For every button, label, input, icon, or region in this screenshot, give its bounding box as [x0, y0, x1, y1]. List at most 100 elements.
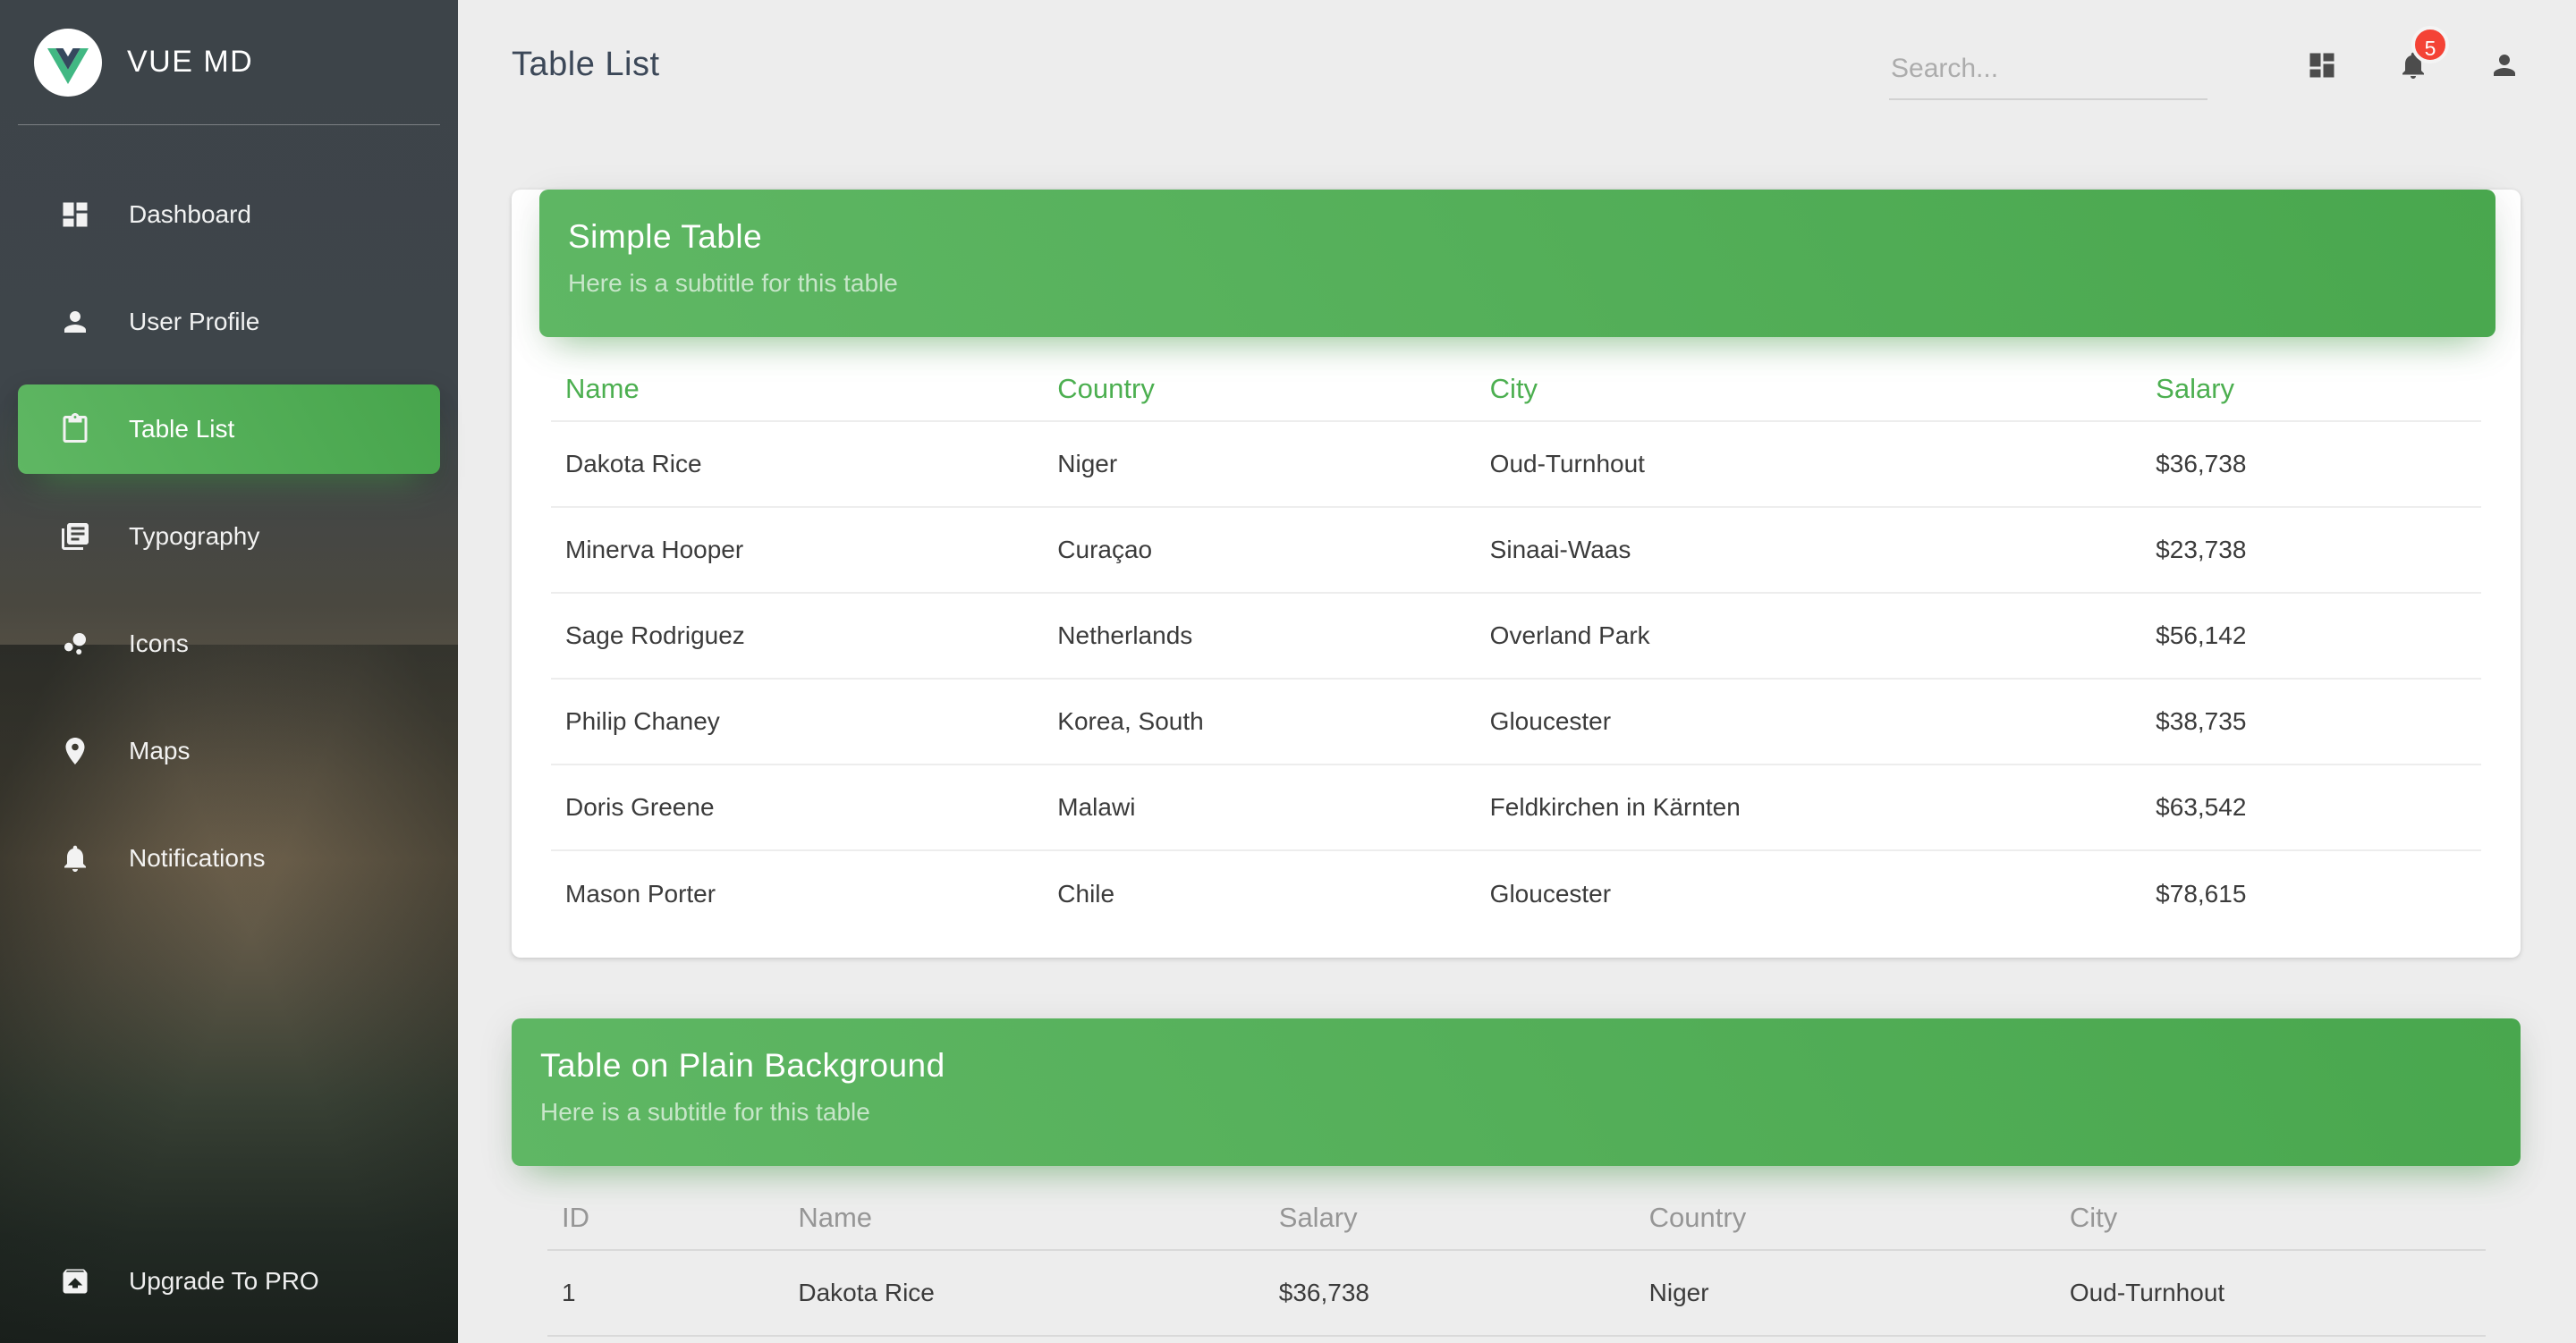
table-row: 1 Dakota Rice $36,738 Niger Oud-Turnhout: [547, 1250, 2486, 1336]
cell-city: Oud-Turnhout: [2055, 1250, 2486, 1336]
cell-city: Gloucester: [1476, 850, 2142, 936]
cell-salary: $38,735: [2141, 679, 2481, 764]
column-header-id: ID: [547, 1166, 784, 1250]
card-title: Simple Table: [568, 218, 2496, 256]
sidebar-item-label: Upgrade To PRO: [129, 1267, 319, 1296]
table-row: Doris Greene Malawi Feldkirchen in Kärnt…: [551, 764, 2481, 850]
sidebar-item-dashboard[interactable]: Dashboard: [18, 170, 440, 259]
cell-name: Sage Rodriguez: [551, 593, 1043, 679]
cell-name: Dakota Rice: [551, 421, 1043, 507]
table-row: Philip Chaney Korea, South Gloucester $3…: [551, 679, 2481, 764]
plain-table-body: 1 Dakota Rice $36,738 Niger Oud-Turnhout: [547, 1250, 2486, 1336]
column-header-name: Name: [551, 337, 1043, 421]
table-row: Dakota Rice Niger Oud-Turnhout $36,738: [551, 421, 2481, 507]
cell-country: Curaçao: [1043, 507, 1475, 593]
dashboard-icon: [2306, 49, 2338, 81]
cell-id: 1: [547, 1250, 784, 1336]
cell-name: Doris Greene: [551, 764, 1043, 850]
sidebar-item-upgrade-to-pro[interactable]: Upgrade To PRO: [18, 1237, 440, 1326]
column-header-salary: Salary: [2141, 337, 2481, 421]
person-icon: [59, 306, 91, 338]
simple-table-body: Dakota Rice Niger Oud-Turnhout $36,738 M…: [551, 421, 2481, 936]
cell-salary: $78,615: [2141, 850, 2481, 936]
cell-city: Gloucester: [1476, 679, 2142, 764]
clipboard-icon: [59, 413, 91, 445]
vue-logo-icon: [47, 48, 89, 84]
notifications-button[interactable]: 5: [2397, 49, 2429, 81]
sidebar-item-label: Maps: [129, 737, 190, 765]
simple-table-head: Name Country City Salary: [551, 337, 2481, 421]
cell-name: Dakota Rice: [784, 1250, 1264, 1336]
plain-table: ID Name Salary Country City 1 Dakota Ric…: [547, 1166, 2486, 1337]
simple-table-card: Simple Table Here is a subtitle for this…: [512, 190, 2521, 958]
cell-name: Minerva Hooper: [551, 507, 1043, 593]
search-box: [1889, 50, 2207, 100]
sidebar-item-icons[interactable]: Icons: [18, 599, 440, 688]
column-header-country: Country: [1043, 337, 1475, 421]
sidebar-item-notifications[interactable]: Notifications: [18, 814, 440, 903]
cell-city: Sinaai-Waas: [1476, 507, 2142, 593]
cell-city: Overland Park: [1476, 593, 2142, 679]
cell-country: Malawi: [1043, 764, 1475, 850]
page-title: Table List: [512, 46, 660, 84]
column-header-city: City: [1476, 337, 2142, 421]
upgrade-icon: [59, 1265, 91, 1297]
cell-city: Feldkirchen in Kärnten: [1476, 764, 2142, 850]
cell-salary: $23,738: [2141, 507, 2481, 593]
cell-name: Philip Chaney: [551, 679, 1043, 764]
sidebar-divider: [18, 124, 440, 125]
sidebar-item-label: Notifications: [129, 844, 266, 873]
sidebar-nav: Dashboard User Profile Table List Typogr…: [0, 170, 458, 903]
sidebar-item-table-list[interactable]: Table List: [18, 384, 440, 474]
header-row: ID Name Salary Country City: [547, 1166, 2486, 1250]
dashboard-icon: [59, 198, 91, 231]
sidebar-item-label: User Profile: [129, 308, 259, 336]
vue-logo: [34, 29, 102, 97]
topbar-actions: 5: [1889, 30, 2521, 100]
plain-table-section: Table on Plain Background Here is a subt…: [512, 1018, 2521, 1337]
column-header-name: Name: [784, 1166, 1264, 1250]
sidebar-item-typography[interactable]: Typography: [18, 492, 440, 581]
person-icon: [2488, 49, 2521, 81]
sidebar-item-label: Icons: [129, 629, 189, 658]
sidebar-item-label: Dashboard: [129, 200, 251, 229]
cell-name: Mason Porter: [551, 850, 1043, 936]
simple-table-card-header: Simple Table Here is a subtitle for this…: [539, 190, 2496, 337]
bubbles-icon: [59, 628, 91, 660]
card-subtitle: Here is a subtitle for this table: [568, 269, 2496, 298]
app-window: VUE MD Dashboard User Profile Table Li: [0, 0, 2576, 1343]
main-content: Table List 5: [458, 0, 2576, 1343]
cell-country: Korea, South: [1043, 679, 1475, 764]
dashboard-shortcut-button[interactable]: [2306, 49, 2338, 81]
sidebar-item-user-profile[interactable]: User Profile: [18, 277, 440, 367]
column-header-country: Country: [1635, 1166, 2055, 1250]
bell-icon: [59, 842, 91, 874]
notification-count-badge: 5: [2411, 26, 2449, 63]
table-row: Sage Rodriguez Netherlands Overland Park…: [551, 593, 2481, 679]
place-pin-icon: [59, 735, 91, 767]
plain-table-header: Table on Plain Background Here is a subt…: [512, 1018, 2521, 1166]
topbar: Table List 5: [512, 0, 2521, 130]
books-icon: [59, 520, 91, 553]
sidebar-item-label: Typography: [129, 522, 259, 551]
brand-name: VUE MD: [127, 45, 253, 80]
cell-salary: $36,738: [2141, 421, 2481, 507]
simple-table: Name Country City Salary Dakota Rice Nig…: [551, 337, 2481, 936]
card-subtitle: Here is a subtitle for this table: [540, 1098, 2521, 1127]
header-row: Name Country City Salary: [551, 337, 2481, 421]
column-header-salary: Salary: [1265, 1166, 1635, 1250]
cell-salary: $56,142: [2141, 593, 2481, 679]
cell-salary: $36,738: [1265, 1250, 1635, 1336]
plain-table-head: ID Name Salary Country City: [547, 1166, 2486, 1250]
cell-country: Netherlands: [1043, 593, 1475, 679]
cell-salary: $63,542: [2141, 764, 2481, 850]
sidebar-item-label: Table List: [129, 415, 234, 443]
cell-city: Oud-Turnhout: [1476, 421, 2142, 507]
cell-country: Niger: [1635, 1250, 2055, 1336]
user-profile-button[interactable]: [2488, 49, 2521, 81]
sidebar-item-maps[interactable]: Maps: [18, 706, 440, 796]
brand: VUE MD: [0, 0, 458, 124]
table-row: Mason Porter Chile Gloucester $78,615: [551, 850, 2481, 936]
search-input[interactable]: [1889, 50, 2207, 100]
cell-country: Chile: [1043, 850, 1475, 936]
